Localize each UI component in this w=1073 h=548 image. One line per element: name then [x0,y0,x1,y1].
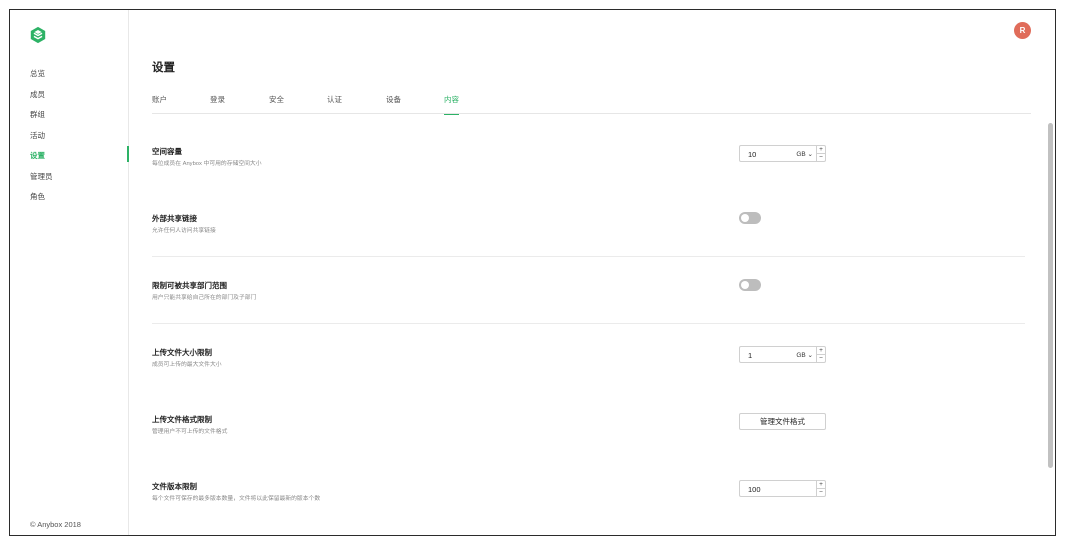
chevron-down-icon: ⌄ [807,352,813,359]
setting-external-share: 外部共享链接 允许任何人访问共享链接 [152,212,1025,280]
decrement-button[interactable]: − [817,154,825,162]
manage-file-formats-button[interactable]: 管理文件格式 [739,413,826,430]
tab-authentication[interactable]: 认证 [327,94,342,114]
tab-login[interactable]: 登录 [210,94,225,114]
restrict-share-toggle[interactable] [739,279,761,291]
setting-title: 上传文件大小限制 [152,348,212,357]
unit-select[interactable]: GB ⌄ [796,150,813,158]
quantity-stepper[interactable]: + − [816,146,825,161]
increment-button[interactable]: + [817,146,825,154]
setting-description: 每位成员在 Anybox 中可用的存储空间大小 [152,161,262,167]
chevron-down-icon: ⌄ [807,151,813,158]
setting-description: 管理用户不可上传的文件格式 [152,429,228,435]
sidebar-item-members[interactable]: 成员 [30,88,53,109]
tab-account[interactable]: 账户 [152,94,167,114]
sidebar-active-marker [127,146,129,162]
unit-label: GB [796,352,806,359]
sidebar-nav: 总览 成员 群组 活动 设置 管理员 角色 [30,67,53,211]
divider [152,323,1025,324]
setting-title: 文件版本限制 [152,482,197,491]
anybox-logo-icon [30,26,46,44]
input-value[interactable]: 10 [748,150,756,159]
avatar[interactable]: R [1014,22,1031,39]
storage-quota-input[interactable]: 10 GB ⌄ + − [739,145,826,162]
input-value[interactable]: 1 [748,351,752,360]
setting-upload-format: 上传文件格式限制 管理用户不可上传的文件格式 管理文件格式 [152,413,1025,481]
app-window: 总览 成员 群组 活动 设置 管理员 角色 © Anybox 2018 R 设置… [9,9,1056,536]
version-limit-input[interactable]: 100 + − [739,480,826,497]
setting-title: 上传文件格式限制 [152,415,212,424]
sidebar-item-roles[interactable]: 角色 [30,190,53,211]
upload-size-input[interactable]: 1 GB ⌄ + − [739,346,826,363]
scrollbar[interactable] [1048,123,1053,468]
setting-title: 外部共享链接 [152,214,197,223]
sidebar: 总览 成员 群组 活动 设置 管理员 角色 © Anybox 2018 [10,10,129,535]
decrement-button[interactable]: − [817,489,825,497]
sidebar-item-groups[interactable]: 群组 [30,108,53,129]
unit-select[interactable]: GB ⌄ [796,351,813,359]
setting-description: 用户只能共享给自己所在的部门及子部门 [152,295,257,301]
quantity-stepper[interactable]: + − [816,347,825,362]
page-title: 设置 [152,62,175,74]
sidebar-item-admins[interactable]: 管理员 [30,170,53,191]
main-content: R 设置 账户 登录 安全 认证 设备 内容 空间容量 每位成员在 Anybox… [130,10,1055,535]
increment-button[interactable]: + [817,481,825,489]
tab-security[interactable]: 安全 [269,94,284,114]
unit-label: GB [796,151,806,158]
increment-button[interactable]: + [817,347,825,355]
setting-title: 空间容量 [152,147,182,156]
setting-description: 允许任何人访问共享链接 [152,228,216,234]
sidebar-item-settings[interactable]: 设置 [30,149,53,170]
copyright: © Anybox 2018 [30,520,81,529]
tab-devices[interactable]: 设备 [386,94,401,114]
sidebar-item-overview[interactable]: 总览 [30,67,53,88]
external-share-toggle[interactable] [739,212,761,224]
quantity-stepper[interactable]: + − [816,481,825,496]
setting-storage: 空间容量 每位成员在 Anybox 中可用的存储空间大小 10 GB ⌄ + − [152,145,1025,213]
settings-tabs: 账户 登录 安全 认证 设备 内容 [152,90,1031,115]
decrement-button[interactable]: − [817,355,825,363]
setting-restrict-share-scope: 限制可被共享部门范围 用户只能共享给自己所在的部门及子部门 [152,279,1025,347]
toggle-knob [741,281,749,289]
input-value[interactable]: 100 [748,485,761,494]
tab-content[interactable]: 内容 [444,94,459,115]
setting-version-limit: 文件版本限制 每个文件可保存的最多版本数量，文件将以此保留最新的版本个数 100… [152,480,1025,535]
sidebar-item-activity[interactable]: 活动 [30,129,53,150]
setting-description: 每个文件可保存的最多版本数量，文件将以此保留最新的版本个数 [152,496,321,502]
divider [152,256,1025,257]
toggle-knob [741,214,749,222]
setting-description: 成员可上传的最大文件大小 [152,362,222,368]
setting-title: 限制可被共享部门范围 [152,281,227,290]
setting-upload-size: 上传文件大小限制 成员可上传的最大文件大小 1 GB ⌄ + − [152,346,1025,414]
